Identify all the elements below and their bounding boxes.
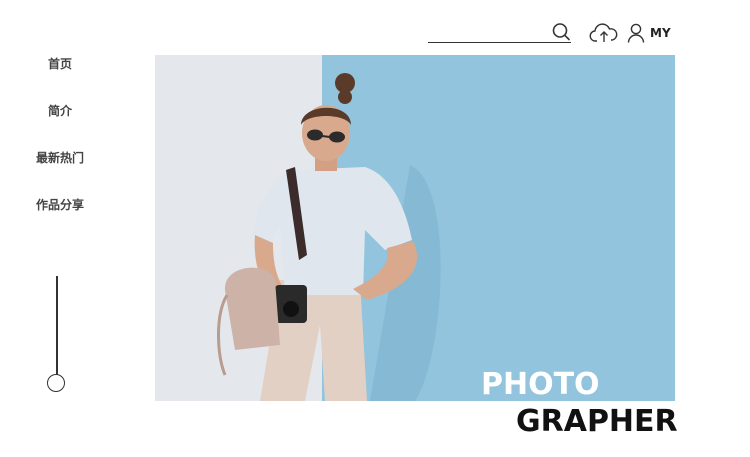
scroll-handle[interactable] xyxy=(47,374,65,392)
hero-photo xyxy=(155,55,675,401)
nav-item-intro[interactable]: 简介 xyxy=(20,103,100,150)
sidebar-nav: 首页 简介 最新热门 作品分享 xyxy=(20,56,100,244)
search-icon[interactable] xyxy=(551,22,571,42)
scroll-track xyxy=(56,276,58,375)
search-box[interactable] xyxy=(428,22,571,43)
hero-illustration xyxy=(155,55,675,401)
user-icon[interactable] xyxy=(627,23,645,43)
brand-title-grapher: GRAPHER xyxy=(516,404,678,439)
search-input[interactable] xyxy=(428,23,550,43)
brand-title-photo: PHOTO xyxy=(481,367,600,402)
user-menu-label[interactable]: MY xyxy=(650,26,671,40)
cloud-upload-icon[interactable] xyxy=(589,22,619,44)
nav-item-trending[interactable]: 最新热门 xyxy=(20,150,100,197)
nav-item-share[interactable]: 作品分享 xyxy=(20,197,100,244)
nav-item-home[interactable]: 首页 xyxy=(20,56,100,103)
